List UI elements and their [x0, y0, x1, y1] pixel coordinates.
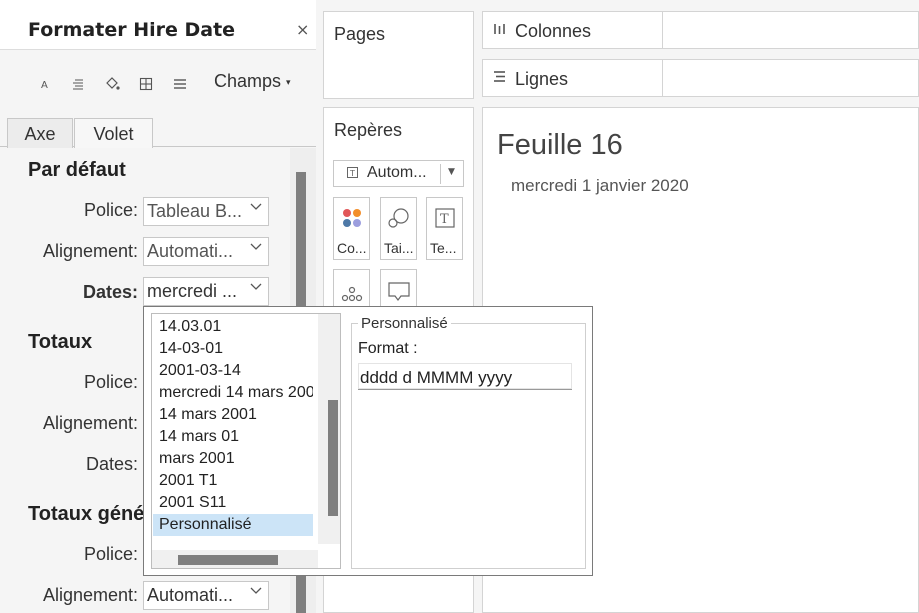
shading-icon[interactable]: [103, 75, 121, 93]
lines-icon[interactable]: [171, 75, 189, 93]
rows-shelf-header: Lignes: [483, 60, 663, 96]
format-list-vscroll-thumb[interactable]: [328, 400, 338, 516]
size-icon: [381, 206, 416, 232]
dropdown-separator: [440, 164, 441, 184]
fields-dropdown[interactable]: Champs ▾: [214, 71, 291, 92]
text-mark-label: Te...: [430, 240, 457, 256]
format-toolbar: A Champs ▾: [0, 51, 316, 117]
format-option[interactable]: 14 mars 01: [153, 426, 313, 448]
sheet-title[interactable]: Feuille 16: [497, 129, 623, 162]
format-option[interactable]: 14 mars 2001: [153, 404, 313, 426]
color-mark-button[interactable]: Co...: [333, 197, 370, 260]
format-option[interactable]: 14-03-01: [153, 338, 313, 360]
format-pane-header: Formater Hire Date ×: [0, 0, 316, 50]
format-option[interactable]: 2001 S11: [153, 492, 313, 514]
grand-totals-alignment-dropdown[interactable]: Automati...: [143, 581, 269, 610]
default-dates-label: Dates:: [82, 282, 138, 302]
pages-shelf-label: Pages: [334, 24, 386, 44]
default-alignment-value: Automati...: [147, 241, 234, 261]
default-font-label: Police:: [83, 200, 138, 220]
format-tabs: Axe Volet: [0, 117, 316, 149]
borders-icon[interactable]: [137, 75, 155, 93]
svg-text:T: T: [440, 212, 449, 227]
default-alignment-label: Alignement:: [42, 241, 138, 261]
grand-totals-font-label: Police:: [83, 544, 138, 564]
chevron-down-icon: [250, 586, 262, 598]
default-font-value: Tableau B...: [147, 201, 243, 221]
size-mark-button[interactable]: Tai...: [380, 197, 417, 260]
tab-axe[interactable]: Axe: [7, 118, 73, 148]
size-mark-label: Tai...: [384, 240, 414, 256]
section-grand-totals-title: Totaux géné: [28, 503, 145, 525]
caret-down-icon: ▾: [286, 76, 291, 87]
format-input[interactable]: [358, 363, 572, 390]
caret-down-icon: ▼: [448, 167, 455, 177]
date-value[interactable]: mercredi 1 janvier 2020: [511, 176, 689, 196]
text-mark-icon: T: [347, 167, 358, 181]
format-option[interactable]: mars 2001: [153, 448, 313, 470]
align-icon[interactable]: [69, 75, 87, 93]
format-option[interactable]: 14.03.01: [153, 316, 313, 338]
chevron-down-icon: [250, 282, 262, 294]
section-default-title: Par défaut: [28, 159, 126, 181]
font-icon[interactable]: A: [36, 75, 54, 93]
default-dates-value: mercredi ...: [147, 281, 238, 301]
format-pane-title: Formater Hire Date: [28, 19, 236, 41]
close-icon[interactable]: ×: [296, 20, 309, 39]
chevron-down-icon: [250, 242, 262, 254]
format-option[interactable]: 2001-03-14: [153, 360, 313, 382]
custom-format-group: [351, 323, 586, 569]
svg-text:A: A: [41, 80, 48, 90]
grand-totals-alignment-label: Alignement:: [42, 585, 138, 605]
custom-format-group-label: Personnalisé: [358, 315, 451, 332]
rows-shelf-label: Lignes: [515, 69, 569, 89]
totals-alignment-label: Alignement:: [42, 413, 138, 433]
format-label: Format :: [358, 340, 418, 357]
default-dates-dropdown[interactable]: mercredi ...: [143, 277, 269, 306]
color-mark-label: Co...: [337, 240, 367, 256]
columns-shelf-header: Colonnes: [483, 12, 663, 48]
marks-card-label: Repères: [334, 120, 403, 140]
date-format-list[interactable]: 14.03.01 14-03-01 2001-03-14 mercredi 14…: [151, 313, 341, 569]
grand-totals-alignment-value: Automati...: [147, 585, 234, 605]
mark-type-dropdown[interactable]: T Autom... ▼: [333, 160, 464, 187]
section-totals-title: Totaux: [28, 331, 93, 353]
text-mark-button[interactable]: T Te...: [426, 197, 463, 260]
tab-volet[interactable]: Volet: [74, 118, 153, 149]
format-option-selected[interactable]: Personnalisé: [153, 514, 313, 536]
date-format-popup: 14.03.01 14-03-01 2001-03-14 mercredi 14…: [143, 306, 593, 576]
columns-icon: [493, 22, 506, 39]
format-option[interactable]: mercredi 14 mars 2001: [153, 382, 313, 404]
mark-type-value: Autom...: [367, 164, 427, 181]
color-icon: [334, 206, 369, 232]
columns-shelf[interactable]: Colonnes: [482, 11, 919, 49]
totals-font-label: Police:: [83, 372, 138, 392]
pages-shelf[interactable]: Pages: [323, 11, 474, 99]
format-list-hscroll-thumb[interactable]: [178, 555, 278, 565]
columns-shelf-label: Colonnes: [515, 21, 592, 41]
svg-text:T: T: [349, 169, 355, 178]
rows-icon: [493, 70, 506, 87]
format-option[interactable]: 2001 T1: [153, 470, 313, 492]
text-icon: T: [427, 206, 462, 232]
totals-dates-label: Dates:: [85, 454, 138, 474]
default-font-dropdown[interactable]: Tableau B...: [143, 197, 269, 226]
rows-shelf[interactable]: Lignes: [482, 59, 919, 97]
chevron-down-icon: [250, 202, 262, 214]
fields-dropdown-label: Champs: [214, 71, 282, 91]
default-alignment-dropdown[interactable]: Automati...: [143, 237, 269, 266]
tooltip-icon: [381, 278, 416, 304]
detail-icon: [334, 278, 369, 304]
